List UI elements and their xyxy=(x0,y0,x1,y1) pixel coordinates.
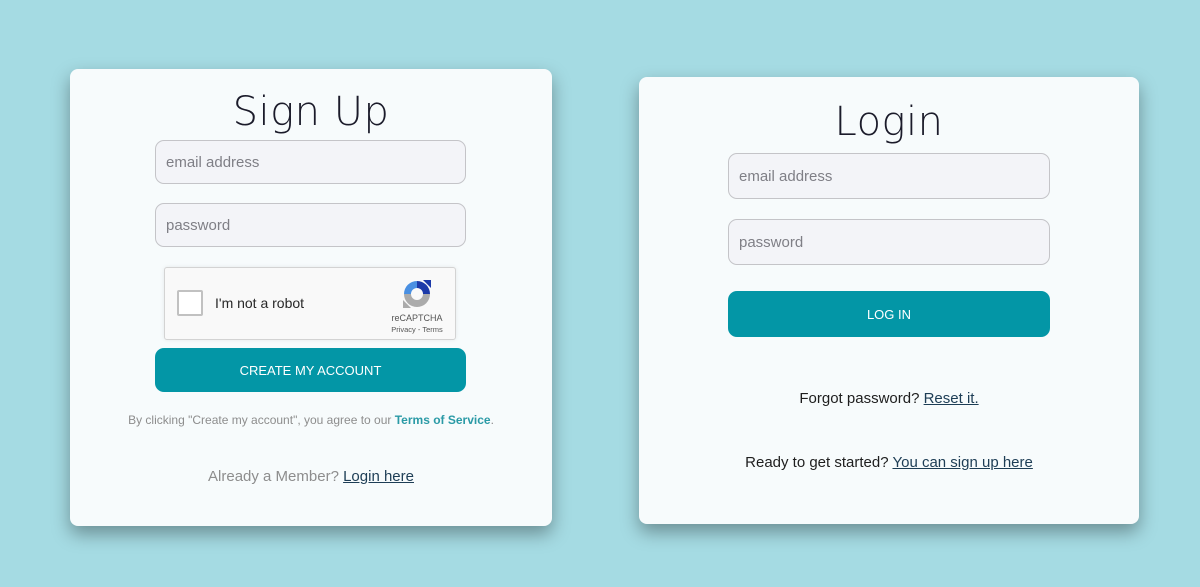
recaptcha-checkbox[interactable] xyxy=(177,290,203,316)
agreement-text: By clicking "Create my account", you agr… xyxy=(70,413,552,427)
recaptcha-label: I'm not a robot xyxy=(215,295,305,311)
login-password-input[interactable] xyxy=(728,219,1050,265)
login-here-link[interactable]: Login here xyxy=(343,468,414,485)
signup-title: Sign Up xyxy=(232,89,390,135)
terms-of-service-link[interactable]: Terms of Service xyxy=(395,413,491,427)
sign-up-here-link[interactable]: You can sign up here xyxy=(892,454,1032,471)
signup-prefix: Ready to get started? xyxy=(745,454,893,471)
login-button[interactable]: Log in xyxy=(728,291,1050,337)
recaptcha-logo-icon xyxy=(403,280,431,308)
reset-password-link[interactable]: Reset it. xyxy=(924,390,979,407)
forgot-prefix: Forgot password? xyxy=(799,390,924,407)
recaptcha-widget: I'm not a robot reCAPTCHA Privacy - Term… xyxy=(164,267,456,340)
member-line: Already a Member? Login here xyxy=(70,468,552,485)
recaptcha-brand: reCAPTCHA xyxy=(391,313,443,323)
recaptcha-terms-link[interactable]: Terms xyxy=(422,325,442,334)
member-prefix: Already a Member? xyxy=(208,468,344,485)
signup-email-input[interactable] xyxy=(155,140,466,184)
create-account-button[interactable]: Create my account xyxy=(155,348,466,392)
login-title: Login xyxy=(834,99,944,145)
login-card: Login Log in Forgot password? Reset it. … xyxy=(639,77,1139,524)
recaptcha-privacy-link[interactable]: Privacy xyxy=(391,325,416,334)
recaptcha-links: Privacy - Terms xyxy=(375,325,459,334)
agreement-suffix: . xyxy=(490,413,494,427)
signup-password-input[interactable] xyxy=(155,203,466,247)
forgot-line: Forgot password? Reset it. xyxy=(639,390,1139,407)
agreement-prefix: By clicking "Create my account", you agr… xyxy=(128,413,395,427)
signup-card: Sign Up I'm not a robot reCAPTCHA Privac… xyxy=(70,69,552,526)
login-email-input[interactable] xyxy=(728,153,1050,199)
signup-line: Ready to get started? You can sign up he… xyxy=(639,454,1139,471)
